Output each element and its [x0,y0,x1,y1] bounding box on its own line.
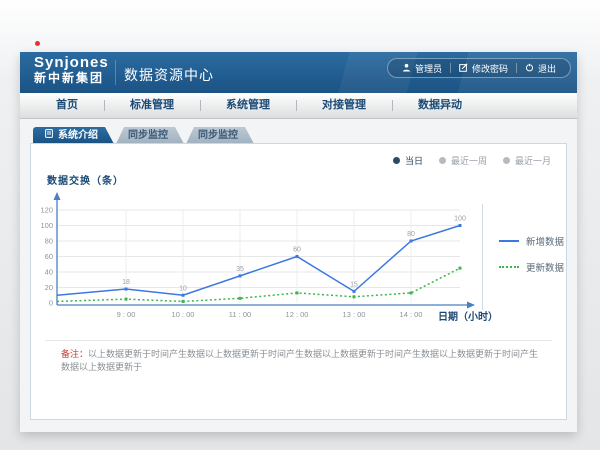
user-menu-logout-label: 退出 [538,62,556,75]
chart-svg: 0 20 40 60 80 100 120 9 : 00 10 : 00 11 : 00 12 : … [40,185,540,330]
footnote-text: 以上数据更新于时间产生数据以上数据更新于时间产生数据以上数据更新于时间产生数据以… [61,349,538,372]
user-icon [402,63,411,74]
svg-text:120: 120 [40,206,53,215]
legend-label: 更新数据 [526,260,564,274]
user-menu-logout[interactable]: 退出 [517,62,564,75]
svg-text:14 : 00: 14 : 00 [400,310,423,319]
svg-text:13 : 00: 13 : 00 [343,310,366,319]
footnote: 备注：以上数据更新于时间产生数据以上数据更新于时间产生数据以上数据更新于时间产生… [61,348,546,373]
radio-dot [439,157,446,164]
tab-label: 同步监控 [128,127,168,144]
power-icon [525,63,534,74]
logo-brand: Synjones [34,55,109,72]
tab-bar: 系统介绍 同步监控 同步监控 [33,127,254,144]
page-title: 数据资源中心 [124,65,214,85]
app-window: Synjones 新中新集团 数据资源中心 管理员 修改密码 [20,52,577,432]
header-divider [115,60,116,85]
document-icon [45,127,53,144]
radio-last-week[interactable]: 最近一周 [439,154,487,167]
svg-text:18: 18 [122,279,130,286]
svg-text:10 : 00: 10 : 00 [172,310,195,319]
svg-text:80: 80 [45,237,53,246]
svg-text:60: 60 [293,247,301,254]
page: Synjones 新中新集团 数据资源中心 管理员 修改密码 [0,0,600,450]
radio-dot [503,157,510,164]
user-menu-admin-label: 管理员 [415,62,442,75]
radio-dot-selected [393,157,400,164]
tab-sync-monitor-1[interactable]: 同步监控 [116,127,184,144]
chart-panel: 当日 最近一周 最近一月 数据交换（条） 0204060801001209 : … [30,143,567,420]
svg-text:100: 100 [454,216,466,223]
legend-item-updated-data[interactable]: 更新数据 [499,260,564,274]
svg-text:80: 80 [407,231,415,238]
radio-today[interactable]: 当日 [393,154,423,167]
time-filter: 当日 最近一周 最近一月 [393,154,551,167]
svg-text:9 : 00: 9 : 00 [117,310,136,319]
radio-label: 当日 [405,154,423,167]
svg-text:40: 40 [45,268,53,277]
note-divider [45,340,552,341]
svg-text:日期（小时）: 日期（小时） [438,310,498,323]
tab-label: 同步监控 [198,127,238,144]
nav-item-system-mgmt[interactable]: 系统管理 [200,93,296,118]
logo: Synjones 新中新集团 [34,55,109,85]
chart-legend: 新增数据 更新数据 [499,234,564,274]
user-menu-admin[interactable]: 管理员 [394,62,450,75]
edit-icon [459,63,468,74]
user-menu: 管理员 修改密码 退出 [387,58,571,78]
app-header: Synjones 新中新集团 数据资源中心 管理员 修改密码 [20,52,577,93]
svg-text:15: 15 [350,281,358,288]
user-menu-change-password[interactable]: 修改密码 [451,62,516,75]
nav-item-standard-mgmt[interactable]: 标准管理 [104,93,200,118]
radio-last-month[interactable]: 最近一月 [503,154,551,167]
radio-label: 最近一周 [451,154,487,167]
svg-text:12 : 00: 12 : 00 [286,310,309,319]
legend-label: 新增数据 [526,234,564,248]
content-area: 系统介绍 同步监控 同步监控 当日 最近一周 [20,119,577,432]
svg-text:20: 20 [45,283,53,292]
svg-text:0: 0 [49,299,53,308]
tab-label: 系统介绍 [58,127,98,144]
brand-accent-dot [35,41,40,46]
svg-text:10: 10 [179,285,187,292]
main-nav: 首页 标准管理 系统管理 对接管理 数据异动 [20,93,577,119]
legend-divider [482,204,483,310]
tab-system-intro[interactable]: 系统介绍 [33,127,114,144]
svg-text:35: 35 [236,266,244,273]
nav-item-integration-mgmt[interactable]: 对接管理 [296,93,392,118]
svg-text:100: 100 [40,221,53,230]
radio-label: 最近一月 [515,154,551,167]
svg-text:60: 60 [45,252,53,261]
legend-swatch-solid [499,240,519,242]
footnote-label: 备注： [61,349,88,359]
svg-text:11 : 00: 11 : 00 [229,310,251,319]
legend-swatch-dotted [499,266,519,268]
logo-company: 新中新集团 [34,72,109,85]
user-menu-change-password-label: 修改密码 [472,62,508,75]
legend-item-new-data[interactable]: 新增数据 [499,234,564,248]
tab-sync-monitor-2[interactable]: 同步监控 [186,127,254,144]
nav-item-home[interactable]: 首页 [30,93,104,118]
nav-item-data-change[interactable]: 数据异动 [392,93,488,118]
